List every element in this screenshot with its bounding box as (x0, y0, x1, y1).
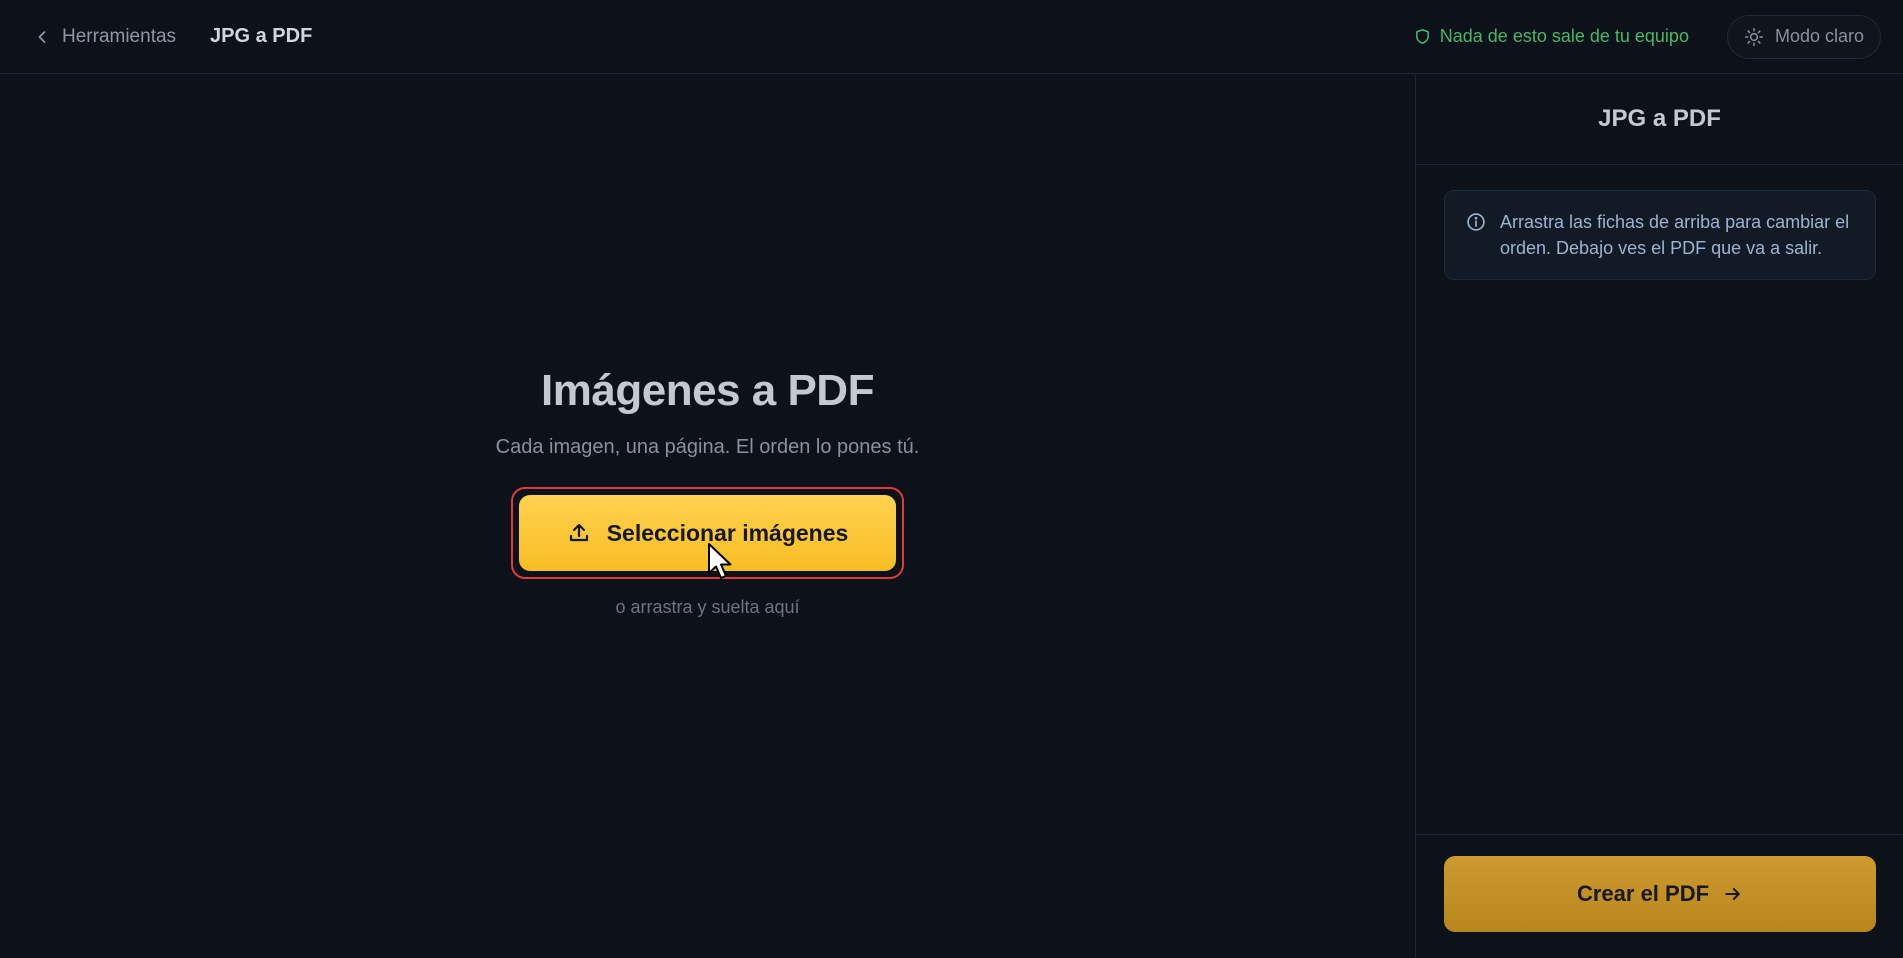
panel-title: JPG a PDF (1416, 74, 1903, 165)
sun-icon (1744, 27, 1764, 46)
chevron-left-icon (38, 30, 46, 43)
privacy-text: Nada de esto sale de tu equipo (1439, 26, 1689, 46)
drop-hint: o arrastra y suelta aquí (615, 597, 800, 617)
arrow-right-icon (1725, 888, 1740, 900)
shield-icon (1415, 28, 1429, 45)
app-window: Herramientas JPG a PDF Nada de esto sale… (0, 0, 1903, 958)
side-panel: JPG a PDF Arrastra las fichas de arriba … (1415, 74, 1903, 958)
panel-footer: Crear el PDF (1416, 834, 1903, 958)
back-to-tools-link[interactable]: Herramientas (32, 26, 176, 48)
info-text: Arrastra las fichas de arriba para cambi… (1500, 212, 1850, 258)
create-pdf-button[interactable]: Crear el PDF (1444, 856, 1876, 932)
upload-icon (569, 523, 588, 542)
top-bar: Herramientas JPG a PDF Nada de esto sale… (0, 0, 1903, 74)
upload-area[interactable]: Imágenes a PDF Cada imagen, una página. … (0, 74, 1415, 958)
page-title: Imágenes a PDF (541, 366, 874, 415)
header-right: Nada de esto sale de tu equipo Modo clar… (1414, 14, 1881, 59)
page-subtitle: Cada imagen, una página. El orden lo pon… (495, 436, 920, 458)
info-box: Arrastra las fichas de arriba para cambi… (1444, 190, 1876, 280)
info-icon (1467, 213, 1485, 231)
back-link-label: Herramientas (62, 25, 177, 47)
privacy-notice: Nada de esto sale de tu equipo (1414, 26, 1689, 47)
breadcrumb-current: JPG a PDF (210, 25, 313, 47)
light-mode-label: Modo claro (1774, 26, 1864, 46)
create-pdf-label: Crear el PDF (1576, 881, 1710, 906)
light-mode-button[interactable]: Modo claro (1726, 14, 1881, 59)
mouse-cursor-icon (708, 543, 732, 579)
